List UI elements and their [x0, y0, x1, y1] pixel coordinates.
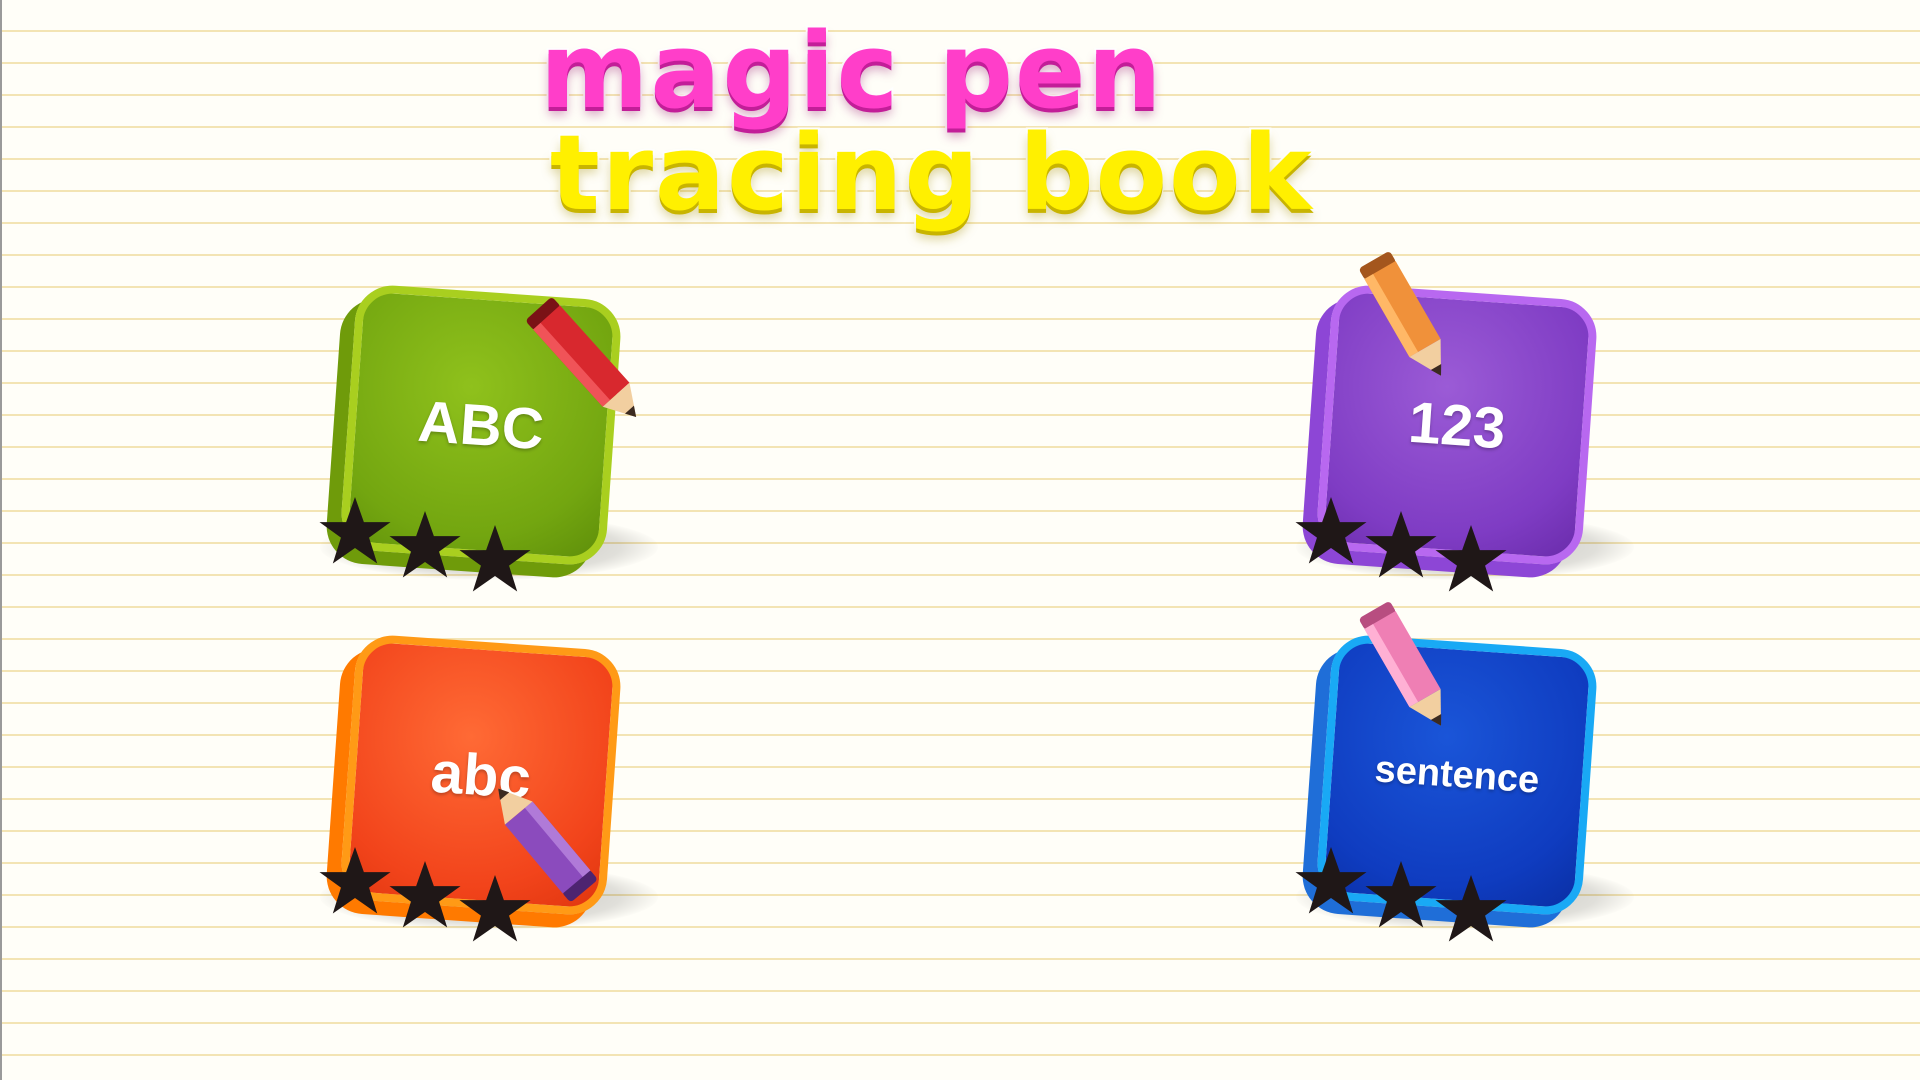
- sentence-button[interactable]: sentence: [1294, 602, 1674, 972]
- star-icon: [1435, 524, 1507, 592]
- title-line-2: Tracing Book: [548, 112, 1314, 234]
- title-line-1: Magic Pen: [538, 10, 1164, 132]
- star-icon: [1365, 860, 1437, 928]
- red-pencil-icon: [526, 298, 637, 418]
- orange-pencil-icon: [1359, 252, 1442, 376]
- star-icon: [1295, 846, 1367, 914]
- lowercase-letters-button[interactable]: abc: [318, 632, 698, 972]
- star-icon: [389, 860, 461, 928]
- star-icon: [319, 846, 391, 914]
- star-icon: [319, 496, 391, 564]
- paper-margin-line: [0, 0, 2, 1080]
- star-icon: [459, 524, 531, 592]
- pink-pencil-icon: [1359, 602, 1442, 726]
- star-icon: [459, 874, 531, 942]
- tile-label: sentence: [1373, 747, 1541, 802]
- star-icon: [1295, 496, 1367, 564]
- star-icon: [1435, 874, 1507, 942]
- star-icon: [1365, 510, 1437, 578]
- game-title: Magic Pen Tracing Book: [538, 10, 1380, 234]
- uppercase-letters-button[interactable]: ABC: [318, 282, 698, 622]
- numbers-button[interactable]: 123: [1294, 252, 1674, 622]
- star-icon: [389, 510, 461, 578]
